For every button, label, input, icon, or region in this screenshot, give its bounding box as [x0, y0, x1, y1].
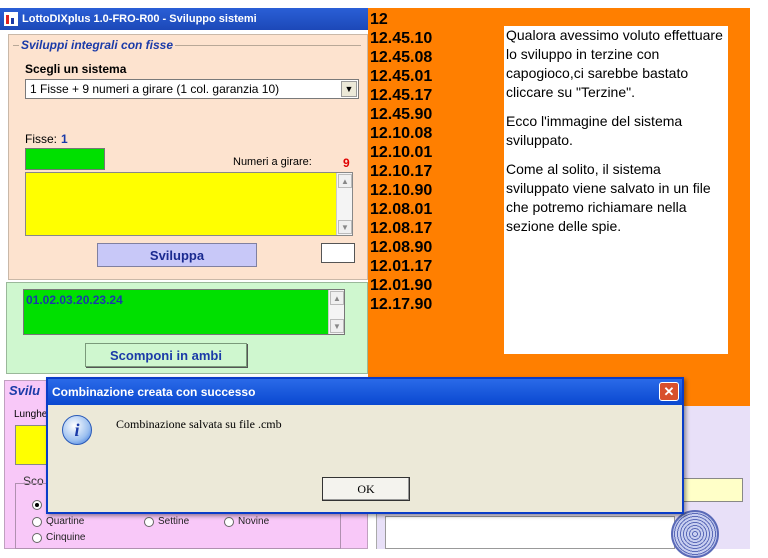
success-dialog: Combinazione creata con successo ✕ i Com…	[46, 377, 684, 514]
window-title: LottoDIXplus 1.0-FRO-R00 - Sviluppo sist…	[22, 13, 257, 25]
radio-dot[interactable]	[32, 500, 42, 510]
note-paragraph: Qualora avessimo voluto effettuare lo sv…	[506, 27, 723, 100]
scroll-down-icon[interactable]: ▼	[338, 220, 352, 234]
scroll-up-icon[interactable]: ▲	[330, 291, 344, 305]
list-item: 12.45.10	[370, 30, 433, 47]
list-item: 12.08.01	[370, 201, 433, 218]
scroll-down-icon[interactable]: ▼	[330, 319, 344, 333]
scroll-up-icon[interactable]: ▲	[338, 174, 352, 188]
radio-cinquine[interactable]: Cinquine	[32, 532, 85, 543]
dialog-titlebar[interactable]: Combinazione creata con successo	[48, 379, 682, 405]
numeri-a-girare-label: Numeri a girare:	[233, 156, 312, 168]
ambi-numbers: 01.02.03.20.23.24	[26, 293, 123, 307]
list-item: 12.45.90	[370, 106, 433, 123]
radio-dot[interactable]	[224, 516, 234, 527]
sviluppa-button[interactable]: Sviluppa	[97, 243, 257, 267]
fisse-label: Fisse: 1	[25, 132, 68, 146]
numeri-textarea[interactable]: ▲ ▼	[25, 172, 353, 236]
scomponi-ambi-button[interactable]: Scomponi in ambi	[85, 343, 247, 367]
ambi-section: 01.02.03.20.23.24 ▲ ▼ Scomponi in ambi	[6, 282, 368, 374]
dialog-message: Combinazione salvata su file .cmb	[116, 417, 282, 431]
radio-quartine[interactable]: Quartine	[32, 516, 84, 527]
list-item: 12.45.01	[370, 68, 433, 85]
list-item: 12.45.08	[370, 49, 433, 66]
fisse-input[interactable]	[25, 148, 105, 170]
section-legend: Sviluppi integrali con fisse	[19, 38, 176, 52]
window-titlebar[interactable]: LottoDIXplus 1.0-FRO-R00 - Sviluppo sist…	[0, 8, 368, 30]
list-item: 12.01.17	[370, 258, 433, 275]
background-white-area	[385, 516, 675, 549]
fisse-count: 1	[61, 132, 68, 146]
small-output-field[interactable]	[321, 243, 355, 263]
list-item: 12.10.17	[370, 163, 433, 180]
list-item: 12.08.17	[370, 220, 433, 237]
list-item: 12.01.90	[370, 277, 433, 294]
results-panel: 12 12.45.10 12.45.08 12.45.01 12.45.17 1…	[368, 8, 750, 406]
close-icon[interactable]: ✕	[659, 382, 679, 401]
sistema-select-value: 1 Fisse + 9 numeri a girare (1 col. gara…	[30, 82, 280, 96]
note-paragraph: Come al solito, il sistema sviluppato vi…	[506, 161, 711, 234]
scegli-sistema-label: Scegli un sistema	[25, 62, 127, 76]
combinations-list: 12 12.45.10 12.45.08 12.45.01 12.45.17 1…	[370, 10, 432, 314]
radio-novine[interactable]: Novine	[224, 516, 269, 527]
list-item: 12	[370, 11, 388, 28]
list-item: 12.10.01	[370, 144, 433, 161]
numeri-a-girare-count: 9	[343, 156, 350, 170]
list-item: 12.45.17	[370, 87, 433, 104]
textarea-scrollbar[interactable]: ▲ ▼	[336, 173, 352, 235]
chevron-down-icon[interactable]: ▼	[341, 81, 357, 97]
ambi-scrollbar[interactable]: ▲ ▼	[328, 290, 344, 334]
list-item: 12.10.08	[370, 125, 433, 142]
radio-selected[interactable]	[32, 500, 46, 510]
info-icon: i	[62, 415, 92, 445]
list-item: 12.10.90	[370, 182, 433, 199]
list-item: 12.08.90	[370, 239, 433, 256]
ambi-textarea[interactable]: 01.02.03.20.23.24 ▲ ▼	[23, 289, 345, 335]
ok-button[interactable]: OK	[322, 477, 410, 501]
radio-settine[interactable]: Settine	[144, 516, 189, 527]
radio-dot[interactable]	[32, 516, 42, 527]
section-three-legend: Svilu	[9, 383, 41, 398]
explanation-note: Qualora avessimo voluto effettuare lo sv…	[504, 26, 728, 354]
dialog-title: Combinazione creata con successo	[52, 385, 256, 399]
app-chart-icon	[4, 12, 18, 26]
spiral-logo-icon	[671, 510, 719, 558]
background-input[interactable]	[683, 478, 743, 502]
radio-dot[interactable]	[144, 516, 154, 527]
sistema-select[interactable]: 1 Fisse + 9 numeri a girare (1 col. gara…	[25, 79, 359, 99]
radio-dot[interactable]	[32, 532, 42, 543]
lunghe-label: Lunghe	[14, 409, 48, 420]
sviluppi-integrali-section: Sviluppi integrali con fisse Scegli un s…	[8, 34, 368, 280]
note-paragraph: Ecco l'immagine del sistema sviluppato.	[506, 113, 683, 148]
list-item: 12.17.90	[370, 296, 433, 313]
